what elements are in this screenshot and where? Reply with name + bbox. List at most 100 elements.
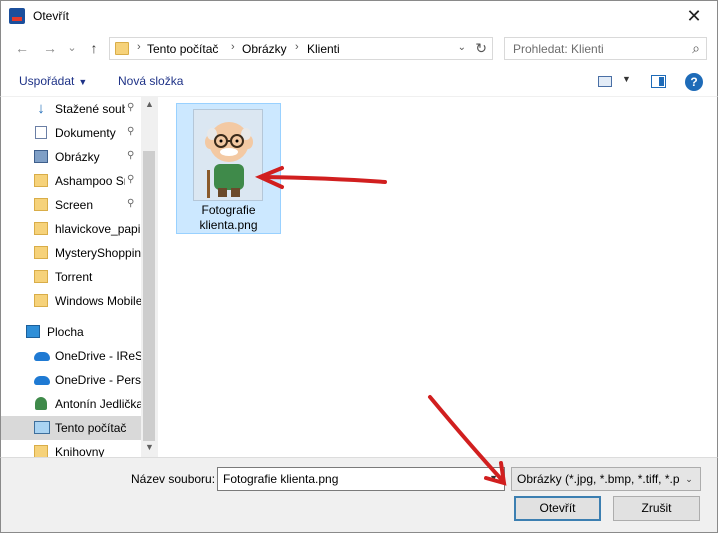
breadcrumb-separator: › [137,41,141,53]
file-name: Fotografie klienta.png [177,203,280,233]
sidebar-item-label: Dokumenty [55,126,116,140]
sidebar-item-pictures[interactable]: Obrázky ⚲ [1,145,141,169]
sidebar-item-label: Screen [55,198,94,212]
folder-icon [34,222,48,235]
file-thumbnail [193,109,263,201]
pin-icon: ⚲ [127,198,135,209]
app-icon [9,8,25,24]
breadcrumb-separator: › [231,41,235,53]
window-title: Otevřít [33,9,70,23]
close-button[interactable]: ✕ [679,5,709,27]
filename-label: Název souboru: [131,472,216,486]
dialog-footer: Název souboru: Fotografie klienta.png ▼ … [0,457,718,533]
scrollbar-thumb[interactable] [143,151,155,441]
chevron-down-icon[interactable]: ▼ [622,74,631,84]
pin-icon: ⚲ [127,174,135,185]
file-list: Fotografie klienta.png [159,97,717,457]
view-mode-icon[interactable] [598,76,612,87]
sidebar-item-label: Stažené soub [55,102,125,116]
scroll-down-icon[interactable]: ▼ [145,442,154,452]
forward-arrow-icon[interactable]: → [41,38,59,58]
sidebar-item-libraries[interactable]: Knihovny [1,440,141,457]
pin-icon: ⚲ [127,102,135,113]
file-type-select[interactable]: Obrázky (*.jpg, *.bmp, *.tiff, *.p ⌄ [511,467,701,491]
navigation-pane: ↓ Stažené soub ⚲ Dokumenty ⚲ Obrázky ⚲ A… [1,97,159,457]
breadcrumb-pictures[interactable]: Obrázky [242,42,287,56]
refresh-icon[interactable]: ↻ [475,40,487,57]
sidebar-item-this-pc[interactable]: Tento počítač [1,416,141,440]
sidebar-scrollbar[interactable]: ▲ ▼ [141,97,158,457]
sidebar-item-label: Ashampoo Sn [55,174,125,188]
search-input[interactable]: Prohledat: Klienti [513,42,604,56]
sidebar-item-label: Knihovny [55,445,105,457]
sidebar-item-onedrive-ireso[interactable]: OneDrive - IReSo [1,344,141,368]
sidebar-item-documents[interactable]: Dokumenty ⚲ [1,121,141,145]
title-bar: Otevřít ✕ [0,0,718,30]
organize-label: Uspořádat [19,74,75,88]
sidebar-item-downloads[interactable]: ↓ Stažené soub ⚲ [1,97,141,121]
folder-icon [34,198,48,211]
filename-value[interactable]: Fotografie klienta.png [223,472,338,486]
dialog-body: ↓ Stažené soub ⚲ Dokumenty ⚲ Obrázky ⚲ A… [0,97,718,457]
back-arrow-icon[interactable]: ← [13,38,31,58]
folder-icon [34,246,48,259]
sidebar-item-label: Torrent [55,270,93,284]
sidebar-item-mysteryshopping[interactable]: MysteryShoppin [1,241,141,265]
folder-icon [34,270,48,283]
sidebar-item-label: MysteryShoppin [55,246,141,260]
chevron-down-icon[interactable]: ⌄ [458,42,466,53]
desktop-icon [26,325,40,338]
preview-pane-icon[interactable] [651,75,666,88]
sidebar-item-label: OneDrive - IReSo [55,349,141,363]
address-bar[interactable]: › Tento počítač › Obrázky › Klienti ⌄ ↻ [109,37,493,60]
help-icon[interactable]: ? [685,73,703,91]
sidebar-item-user[interactable]: Antonín Jedlička [1,392,141,416]
chevron-down-icon[interactable]: ▼ [489,473,498,483]
search-box[interactable]: Prohledat: Klienti ⌕ [504,37,707,60]
user-icon [35,397,47,410]
computer-icon [34,421,50,434]
pin-icon: ⚲ [127,126,135,137]
download-icon: ↓ [37,100,45,117]
chevron-down-icon[interactable]: ⌄ [682,468,696,490]
sidebar-item-desktop[interactable]: Plocha [1,320,141,344]
grandpa-thumbnail-image [194,110,262,200]
scroll-up-icon[interactable]: ▲ [145,99,154,109]
document-icon [35,126,47,139]
pictures-icon [34,150,48,163]
sidebar-item-label: Plocha [47,325,84,339]
recent-locations-icon[interactable]: ⌄ [65,38,79,58]
cancel-button[interactable]: Zrušit [613,496,700,521]
folder-icon [34,174,48,187]
sidebar-item-label: Tento počítač [55,421,127,435]
sidebar-item-hlavickove[interactable]: hlavickove_papir [1,217,141,241]
navigation-bar: ← → ⌄ ↑ › Tento počítač › Obrázky › Klie… [0,30,718,66]
organize-button[interactable]: Uspořádat ▼ [19,74,87,88]
chevron-down-icon: ▼ [78,77,88,87]
command-bar: Uspořádat ▼ Nová složka ▼ ? [0,66,718,97]
sidebar-item-label: Antonín Jedlička [55,397,141,411]
breadcrumb-clients[interactable]: Klienti [307,42,340,56]
sidebar-item-label: Windows Mobile [55,294,141,308]
file-item[interactable]: Fotografie klienta.png [176,103,281,234]
up-arrow-icon[interactable]: ↑ [85,38,103,58]
sidebar-item-onedrive-personal[interactable]: OneDrive - Perso [1,368,141,392]
sidebar-item-ashampoo[interactable]: Ashampoo Sn ⚲ [1,169,141,193]
file-name-line: klienta.png [199,218,258,232]
file-type-value: Obrázky (*.jpg, *.bmp, *.tiff, *.p [517,472,680,486]
libraries-icon [34,445,48,457]
sidebar-item-screen[interactable]: Screen ⚲ [1,193,141,217]
onedrive-icon [34,376,50,385]
sidebar-item-label: Obrázky [55,150,100,164]
open-button[interactable]: Otevřít [514,496,601,521]
file-name-line: Fotografie [201,203,256,217]
sidebar-item-label: OneDrive - Perso [55,373,141,387]
onedrive-icon [34,352,50,361]
breadcrumb-this-pc[interactable]: Tento počítač [147,42,218,56]
sidebar-item-label: hlavickove_papir [55,222,141,236]
sidebar-item-torrent[interactable]: Torrent [1,265,141,289]
filename-field[interactable]: Fotografie klienta.png ▼ [217,467,505,491]
new-folder-button[interactable]: Nová složka [118,74,183,88]
folder-icon [115,42,129,55]
sidebar-item-windows-mobile[interactable]: Windows Mobile [1,289,141,313]
